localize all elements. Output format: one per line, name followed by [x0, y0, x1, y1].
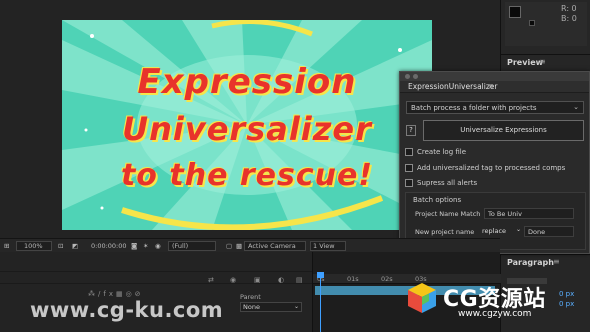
- parent-column-label: Parent: [240, 293, 261, 301]
- show-snapshot-icon[interactable]: ✶: [143, 242, 148, 250]
- switch-icon[interactable]: ⇄: [208, 276, 214, 284]
- create-log-file-checkbox[interactable]: [405, 148, 413, 156]
- color-readout-b: B: 0: [561, 14, 577, 23]
- new-project-name-input[interactable]: Done: [524, 226, 574, 237]
- chevron-down-icon: ⌄: [515, 226, 521, 233]
- preview-panel-title[interactable]: Preview: [507, 58, 543, 67]
- replace-mode-dropdown[interactable]: replace ⌄: [480, 226, 522, 237]
- add-tag-checkbox[interactable]: [405, 164, 413, 172]
- motion-blur-icon[interactable]: ◐: [278, 276, 284, 284]
- headline-line-2: Universalizer: [122, 110, 372, 148]
- transparency-grid-icon[interactable]: ▩: [236, 242, 242, 250]
- zoom-value: 100%: [24, 242, 43, 250]
- suppress-alerts-label: Supress all alerts: [417, 179, 478, 187]
- timecode[interactable]: 0:00:00:00: [91, 242, 127, 250]
- watermark-logo-subtext: www.cgzyw.com: [458, 309, 532, 319]
- paragraph-space-value[interactable]: 0 px: [559, 300, 574, 308]
- resolution-value: (Full): [172, 242, 189, 250]
- new-project-name-label: New project name: [415, 228, 475, 236]
- color-channels-icon[interactable]: ◉: [155, 242, 161, 250]
- chevron-down-icon: ⌄: [573, 103, 579, 111]
- project-name-match-label: Project Name Match: [415, 210, 481, 218]
- headline-line-3: to the rescue!: [120, 158, 374, 193]
- ruler-tick: 02s: [381, 275, 393, 283]
- help-button[interactable]: ?: [406, 125, 416, 136]
- minimize-dot-icon[interactable]: [413, 74, 418, 79]
- layer-switches-icon[interactable]: ⁂/fx▦◎⊘: [88, 290, 144, 298]
- search-row[interactable]: [0, 274, 312, 284]
- draft-3d-icon[interactable]: ▣: [254, 276, 261, 284]
- mode-dropdown[interactable]: Batch process a folder with projects ⌄: [406, 101, 584, 114]
- playhead-line[interactable]: [320, 272, 321, 332]
- suppress-alerts-checkbox[interactable]: [405, 179, 413, 187]
- color-swatch[interactable]: [509, 6, 521, 18]
- color-readout-r: R: 0: [561, 4, 577, 13]
- watermark-url: www.cg-ku.com: [30, 298, 224, 322]
- replace-mode-value: replace: [482, 227, 507, 235]
- camera-snapshot-icon[interactable]: ◙: [131, 242, 137, 250]
- paragraph-panel-title[interactable]: Paragraph: [507, 258, 554, 267]
- preview-menu-icon[interactable]: ≡: [539, 57, 546, 66]
- viewer-footer-bar: ⊞ 100% ⊡ ◩ 0:00:00:00 ◙ ✶ ◉ (Full) ▢ ▩ A…: [0, 238, 500, 252]
- panel-title[interactable]: ExpressionUniversalizer: [408, 82, 497, 91]
- mode-dropdown-value: Batch process a folder with projects: [411, 104, 537, 112]
- grid-toggle-icon[interactable]: ⊞: [4, 242, 9, 250]
- expression-universalizer-panel[interactable]: ExpressionUniversalizer ≡ Batch process …: [399, 71, 590, 254]
- cube-logo-icon: [408, 283, 436, 313]
- camera-value: Active Camera: [248, 242, 296, 250]
- ruler-tick: 01s: [347, 275, 359, 283]
- panel-divider: [501, 54, 590, 55]
- project-name-match-input[interactable]: To Be Univ: [484, 208, 574, 219]
- info-panel: R: 0 B: 0: [505, 2, 587, 46]
- paragraph-indent-value[interactable]: 0 px: [559, 290, 574, 298]
- create-log-file-label: Create log file: [417, 148, 467, 156]
- panel-tab-row: ExpressionUniversalizer ≡: [400, 81, 589, 93]
- headline-line-1: Expression: [137, 62, 357, 102]
- layer-row[interactable]: [0, 262, 312, 272]
- crop-icon[interactable]: ⊡: [58, 242, 63, 250]
- close-dot-icon[interactable]: [405, 74, 410, 79]
- universalize-expressions-button[interactable]: Universalize Expressions: [423, 120, 584, 141]
- panel-divider: [501, 254, 590, 255]
- add-tag-option[interactable]: Add universalized tag to processed comps: [405, 164, 565, 174]
- hamburger-icon[interactable]: ≡: [488, 82, 494, 90]
- color-swatch-small: [529, 20, 535, 26]
- region-of-interest-icon[interactable]: ▢: [226, 242, 232, 250]
- parent-dropdown[interactable]: None ⌄: [240, 302, 302, 312]
- comp-flow-icon[interactable]: ◉: [230, 276, 236, 284]
- composition-frame: Expression Universalizer to the rescue!: [62, 20, 432, 230]
- graph-editor-icon[interactable]: ▤: [296, 276, 303, 284]
- panel-titlebar[interactable]: [400, 72, 589, 81]
- chevron-down-icon: ⌄: [293, 303, 299, 310]
- paragraph-menu-icon[interactable]: ≡: [553, 257, 560, 266]
- mask-icon[interactable]: ◩: [72, 242, 78, 250]
- parent-value: None: [243, 303, 260, 311]
- create-log-file-option[interactable]: Create log file: [405, 148, 466, 158]
- views-value: 1 View: [313, 242, 335, 250]
- suppress-alerts-option[interactable]: Supress all alerts: [405, 179, 477, 189]
- add-tag-label: Add universalized tag to processed comps: [417, 164, 566, 172]
- batch-options-label: Batch options: [413, 196, 462, 204]
